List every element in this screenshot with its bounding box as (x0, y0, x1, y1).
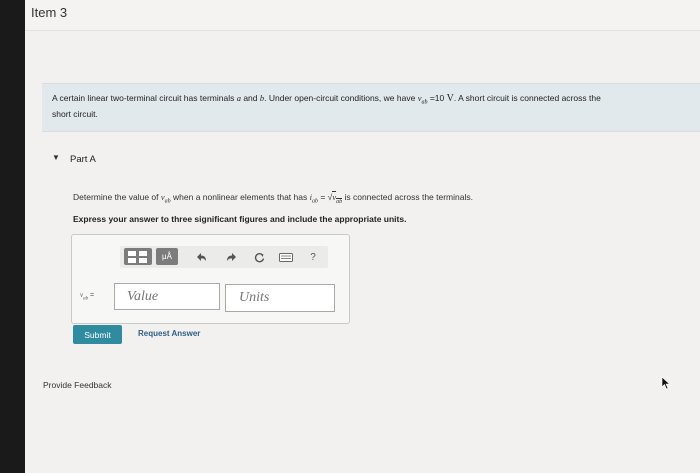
caret-down-icon[interactable]: ▼ (52, 153, 60, 162)
part-a-label: Part A (70, 154, 96, 165)
request-answer-link[interactable]: Request Answer (138, 329, 200, 338)
undo-icon[interactable] (192, 249, 210, 265)
submit-button[interactable]: Submit (73, 325, 122, 344)
part-a-header[interactable]: ▼ Part A (50, 150, 700, 172)
help-icon[interactable]: ? (304, 249, 322, 265)
redo-icon[interactable] (222, 249, 240, 265)
page: Item 3 A certain linear two-terminal cir… (25, 0, 700, 473)
item-title: Item 3 (31, 5, 68, 20)
keyboard-icon[interactable] (276, 249, 296, 265)
templates-icon[interactable] (124, 248, 152, 265)
answer-box: μÅ ? vab = (71, 234, 350, 324)
math-toolbar: μÅ ? (120, 246, 328, 268)
problem-text: A certain linear two-terminal circuit ha… (52, 93, 601, 119)
mouse-cursor-icon (661, 376, 671, 390)
units-input[interactable] (225, 284, 335, 312)
answer-instruction: Express your answer to three significant… (73, 214, 407, 224)
units-icon[interactable]: μÅ (156, 248, 178, 265)
item-header: Item 3 (25, 0, 700, 31)
reset-icon[interactable] (250, 249, 268, 265)
provide-feedback-link[interactable]: Provide Feedback (43, 380, 112, 390)
value-input[interactable] (114, 283, 220, 310)
answer-variable-label: vab = (80, 291, 95, 302)
question-prompt: Determine the value of vab when a nonlin… (73, 191, 473, 205)
problem-statement: A certain linear two-terminal circuit ha… (42, 83, 700, 132)
